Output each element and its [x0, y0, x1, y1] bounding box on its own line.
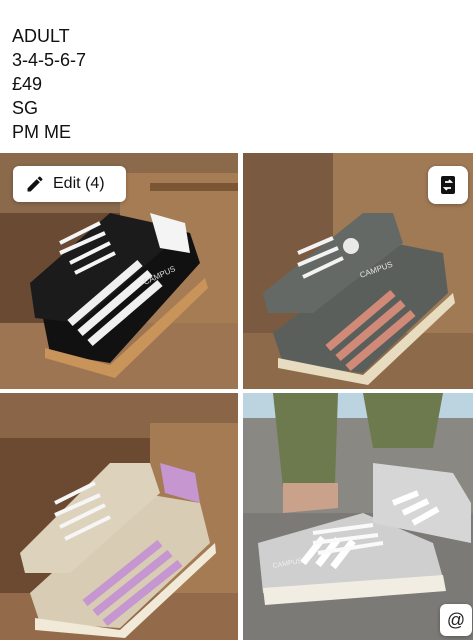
edit-photos-button[interactable]: Edit (4) — [13, 166, 126, 202]
at-symbol-label: @ — [446, 609, 466, 630]
edit-photos-label: Edit (4) — [53, 175, 105, 192]
caption-line-location: SG — [12, 98, 39, 118]
photo-4-grey-sneakers-worn[interactable]: CAMPUS — [243, 393, 473, 640]
swap-photo-icon — [441, 176, 455, 194]
caption-line-size-group: ADULT — [12, 26, 70, 46]
caption-line-price: £49 — [12, 74, 43, 94]
caption-line-sizes: 3-4-5-6-7 — [12, 50, 87, 70]
photo-3-beige-sneakers[interactable] — [0, 393, 238, 640]
photo-grid: CAMPUS CAMPUS CAMPUS — [0, 153, 473, 640]
swap-photo-button[interactable] — [428, 166, 468, 204]
mention-button[interactable]: @ — [440, 604, 472, 636]
caption-line-contact: PM ME — [12, 122, 72, 142]
listing-caption: ADULT 3-4-5-6-7 £49 SG PM ME — [12, 24, 86, 144]
pencil-icon — [27, 176, 43, 192]
